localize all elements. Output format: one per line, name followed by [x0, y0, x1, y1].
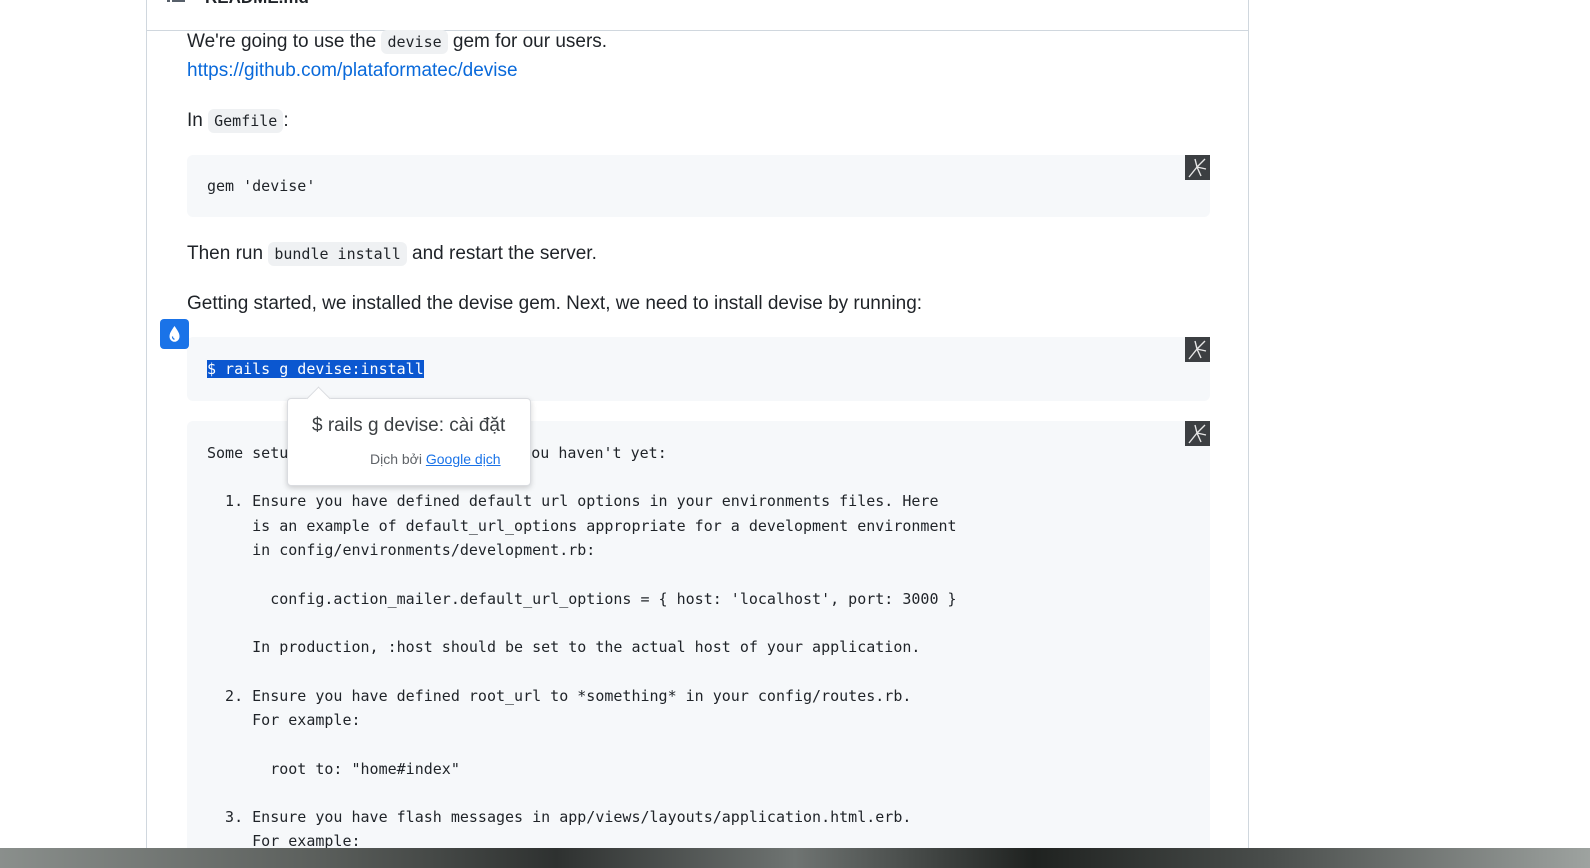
output-line-8: root to: "home#index" — [207, 760, 460, 778]
copy-icon[interactable] — [1185, 421, 1210, 446]
output-line-9: 3. Ensure you have flash messages in app… — [207, 808, 912, 826]
readme-header: README.md — [147, 0, 1248, 31]
inline-code-bundle-install: bundle install — [268, 242, 407, 266]
copy-icon[interactable] — [1185, 155, 1210, 180]
output-line-2: is an example of default_url_options app… — [207, 517, 957, 535]
attribution-prefix: Dịch bởi — [370, 451, 426, 467]
output-line-7: For example: — [207, 711, 361, 729]
code-gem-line: gem 'devise' — [207, 177, 316, 195]
output-line-0-start: Some setu — [207, 444, 289, 462]
code-install-line[interactable]: $ rails g devise:install — [207, 357, 424, 381]
output-line-5: In production, :host should be set to th… — [207, 638, 921, 656]
inline-code-devise: devise — [381, 30, 448, 54]
intro-text-after: gem for our users. — [447, 31, 608, 52]
list-icon[interactable] — [167, 0, 185, 6]
popup-attribution: Dịch bởi Google dịch — [370, 451, 501, 467]
gemfile-text-after: : — [283, 110, 289, 131]
code-block-gem: gem 'devise' — [187, 155, 1210, 217]
translation-popup: $ rails g devise: cài đặt Dịch bởi Googl… — [287, 386, 531, 486]
output-line-3: in config/environments/development.rb: — [207, 541, 596, 559]
selected-install-command[interactable]: $ rails g devise:install — [207, 360, 424, 378]
intro-paragraph: We're going to use the devise gem for ou… — [187, 29, 607, 55]
inline-code-gemfile: Gemfile — [208, 109, 284, 133]
water-drop-icon — [169, 326, 180, 342]
background-strip — [0, 848, 1590, 868]
output-line-6: 2. Ensure you have defined root_url to *… — [207, 687, 912, 705]
output-line-4: config.action_mailer.default_url_options… — [207, 590, 957, 608]
google-translate-link[interactable]: Google dịch — [426, 451, 501, 467]
bundle-text-after: and restart the server. — [406, 243, 597, 264]
output-line-0-end: ou haven't yet: — [531, 444, 667, 462]
gemfile-text-before: In — [187, 110, 209, 131]
intro-text-before: We're going to use the — [187, 31, 382, 52]
bundle-paragraph: Then run bundle install and restart the … — [187, 241, 597, 267]
gemfile-paragraph: In Gemfile: — [187, 108, 289, 134]
devise-link-line: https://github.com/plataformatec/devise — [187, 58, 518, 84]
translate-button[interactable] — [160, 319, 189, 349]
getting-started-paragraph: Getting started, we installed the devise… — [187, 293, 923, 314]
code-block-output: Some setu ou haven't yet: 1. Ensure you h… — [187, 421, 1210, 868]
bundle-text-before: Then run — [187, 243, 269, 264]
readme-filename[interactable]: README.md — [205, 0, 309, 8]
copy-icon[interactable] — [1185, 337, 1210, 362]
code-block-install: $ rails g devise:install — [187, 337, 1210, 401]
output-line-1: 1. Ensure you have defined default url o… — [207, 492, 939, 510]
devise-github-link[interactable]: https://github.com/plataformatec/devise — [187, 60, 518, 81]
popup-translation-text: $ rails g devise: cài đặt — [312, 415, 506, 436]
